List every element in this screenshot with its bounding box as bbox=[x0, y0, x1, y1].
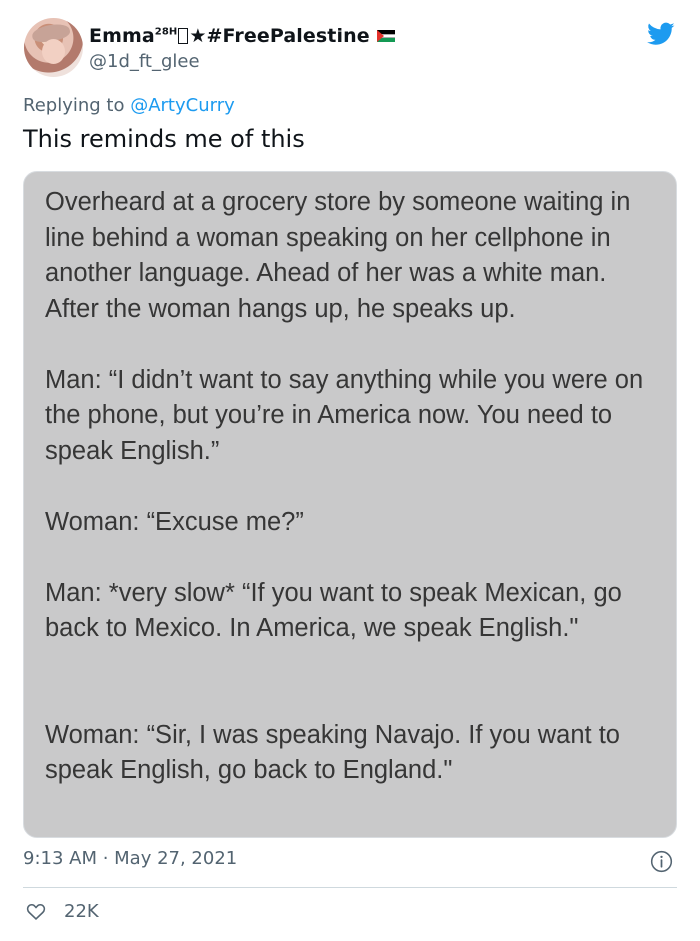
like-action[interactable]: 22K bbox=[24, 900, 99, 922]
profile-avatar[interactable] bbox=[24, 18, 83, 77]
reply-target-link[interactable]: @ArtyCurry bbox=[130, 95, 235, 116]
avatar-face-shape bbox=[42, 39, 65, 64]
twitter-bird-icon[interactable] bbox=[645, 20, 677, 48]
tweet-timestamp[interactable]: 9:13 AM · May 27, 2021 bbox=[23, 848, 237, 869]
author-name-suffix: ★#FreePalestine bbox=[189, 25, 370, 47]
like-count: 22K bbox=[64, 900, 99, 922]
quote-paragraph-woman-first: Woman: “Excuse me?” bbox=[45, 507, 304, 536]
author-name-prefix: Emma bbox=[89, 25, 155, 47]
tweet-text: This reminds me of this bbox=[23, 125, 305, 153]
quote-paragraph-man-second: Man: *very slow* “If you want to speak M… bbox=[45, 578, 622, 643]
author-handle[interactable]: @1d_ft_glee bbox=[89, 51, 200, 72]
author-name-superscript: 28H bbox=[154, 26, 178, 38]
author-name-row[interactable]: Emma28H ★#FreePalestine bbox=[89, 23, 395, 49]
quote-paragraph-intro: Overheard at a grocery store by someone … bbox=[45, 188, 631, 323]
attached-image[interactable]: Overheard at a grocery store by someone … bbox=[23, 171, 677, 838]
author-display-name: Emma28H ★#FreePalestine bbox=[89, 25, 370, 47]
reply-prefix: Replying to bbox=[23, 95, 131, 116]
palestine-flag-icon bbox=[376, 29, 395, 43]
reply-context: Replying to @ArtyCurry bbox=[23, 95, 235, 116]
quote-paragraph-woman-second: Woman: “Sir, I was speaking Navajo. If y… bbox=[45, 720, 620, 785]
info-icon[interactable] bbox=[650, 850, 673, 873]
unsupported-glyph-icon bbox=[178, 28, 189, 44]
heart-icon[interactable] bbox=[24, 900, 48, 922]
quote-paragraph-man-first: Man: “I didn’t want to say anything whil… bbox=[45, 365, 644, 465]
quoted-story-text: Overheard at a grocery store by someone … bbox=[45, 185, 665, 789]
tweet-divider bbox=[23, 887, 677, 888]
